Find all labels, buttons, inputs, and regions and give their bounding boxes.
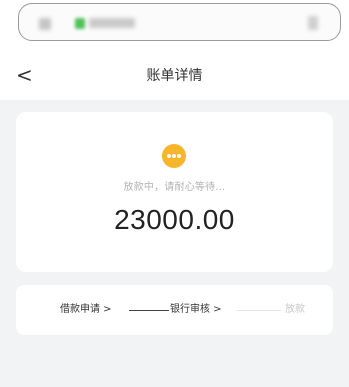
page-title: 账单详情: [146, 68, 203, 84]
bill-summary-card: 放款中，请耐心等待… 23000.00: [16, 112, 333, 272]
pending-icon: [162, 144, 186, 168]
masked-url-text: [89, 18, 135, 28]
status-text: 放款中，请耐心等待…: [123, 182, 226, 193]
step-connector-done: [129, 310, 169, 311]
site-favicon-icon: [39, 18, 51, 30]
menu-icon[interactable]: [308, 16, 318, 30]
step-bank-review: 银行审核 >: [170, 304, 222, 315]
secure-icon: [75, 18, 85, 29]
browser-top-bar: [0, 0, 349, 52]
step-disbursement: 放款: [285, 304, 305, 315]
loan-amount: 23000.00: [114, 204, 235, 235]
navigation-bar: < 账单详情: [0, 52, 349, 100]
step-loan-application: 借款申请 >: [60, 304, 112, 315]
progress-steps: 借款申请 > 银行审核 > 放款: [16, 285, 333, 335]
address-bar[interactable]: [18, 3, 341, 41]
step-connector-pending: [237, 310, 281, 311]
